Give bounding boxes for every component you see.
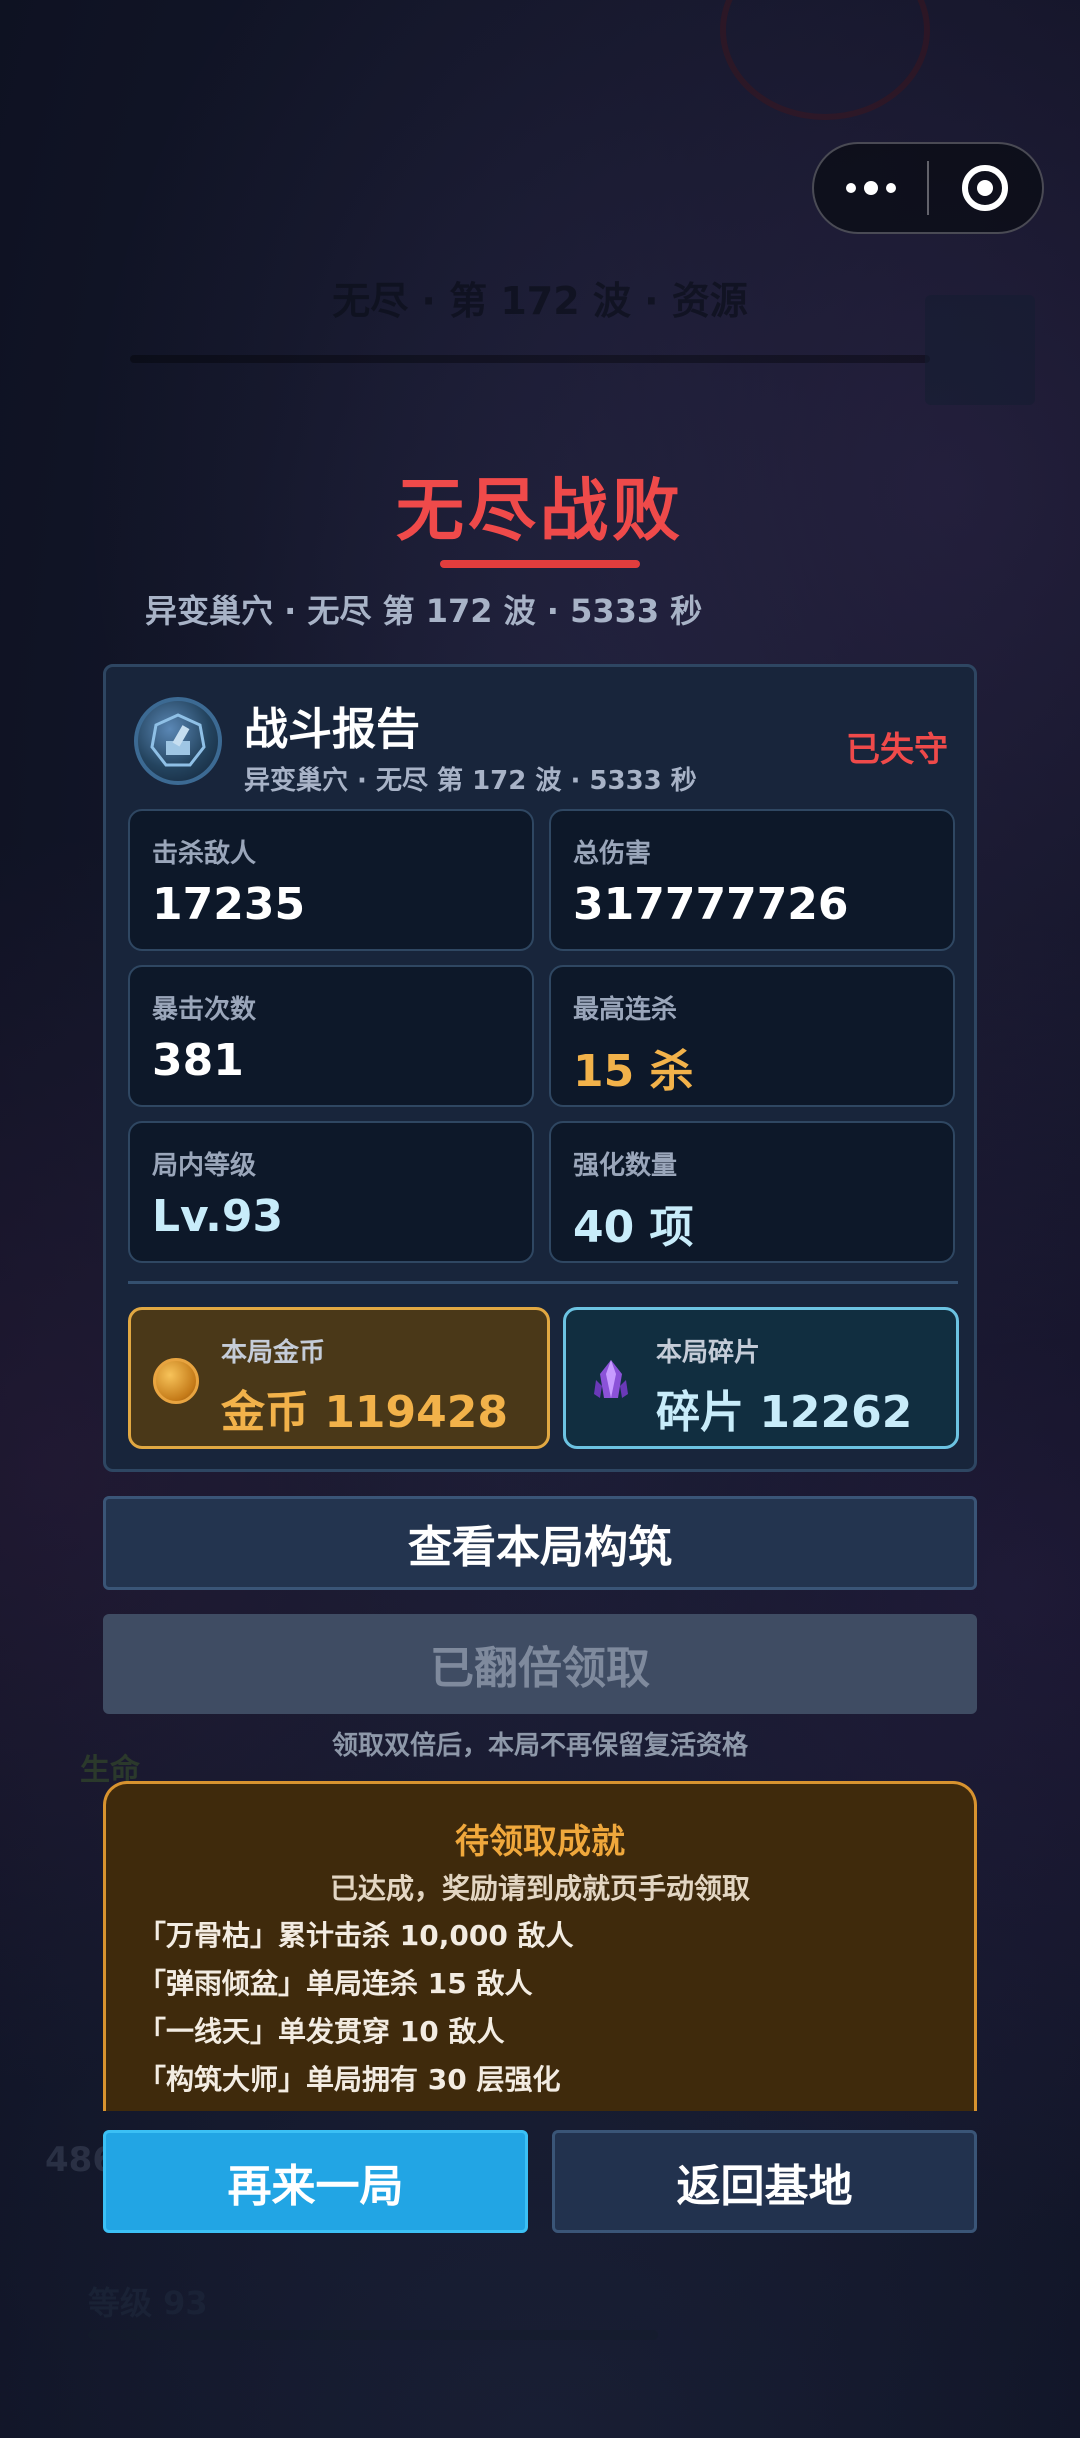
reward-gold: 本局金币 金币 119428 — [128, 1307, 550, 1449]
coin-icon — [153, 1358, 199, 1404]
stat-kills: 击杀敌人 17235 — [128, 809, 534, 951]
achievement-item: 「弹雨倾盆」单局连杀 15 敌人 — [138, 1967, 533, 2000]
panel-divider — [128, 1281, 958, 1284]
stat-label: 强化数量 — [573, 1151, 678, 1181]
stat-total-damage: 总伤害 317777726 — [549, 809, 955, 951]
stat-max-streak: 最高连杀 15 杀 — [549, 965, 955, 1107]
turret-emblem-icon — [134, 697, 222, 785]
stat-label: 局内等级 — [152, 1151, 257, 1181]
result-title: 无尽战败 — [395, 472, 684, 551]
stat-value: 40 项 — [573, 1202, 694, 1253]
stat-label: 击杀敌人 — [152, 839, 257, 869]
hud-title-dimmed: 无尽 · 第 172 波 · 资源 — [332, 279, 748, 323]
achievements-panel: 待领取成就 已达成，奖励请到成就页手动领取 「万骨枯」累计击杀 10,000 敌… — [103, 1781, 977, 2111]
stat-level: 局内等级 Lv.93 — [128, 1121, 534, 1263]
reward-value: 金币 119428 — [221, 1387, 509, 1438]
pause-icon-dimmed — [925, 295, 1035, 405]
achievement-item: 「万骨枯」累计击杀 10,000 敌人 — [138, 1919, 574, 1952]
miniprogram-capsule — [812, 142, 1044, 234]
battle-report-panel: 战斗报告 异变巢穴 · 无尽 第 172 波 · 5333 秒 已失守 击杀敌人… — [103, 664, 977, 1472]
reward-value: 碎片 12262 — [656, 1387, 913, 1438]
stat-value: 15 杀 — [573, 1046, 694, 1097]
double-note: 领取双倍后，本局不再保留复活资格 — [331, 1731, 748, 1761]
stat-label: 暴击次数 — [152, 995, 257, 1025]
return-base-button[interactable]: 返回基地 — [552, 2130, 977, 2233]
achievement-item: 「一线天」单发贯穿 10 敌人 — [138, 2015, 505, 2048]
title-underline — [440, 560, 640, 568]
reward-label: 本局金币 — [221, 1338, 326, 1368]
stat-upgrades: 强化数量 40 项 — [549, 1121, 955, 1263]
double-claimed-button: 已翻倍领取 — [103, 1614, 977, 1714]
reward-label: 本局碎片 — [656, 1338, 761, 1368]
crystal-icon — [588, 1358, 634, 1404]
play-again-button[interactable]: 再来一局 — [103, 2130, 528, 2233]
hud-level-dimmed: 等级 93 — [88, 2284, 208, 2322]
stat-value: 381 — [152, 1035, 244, 1086]
stat-value: Lv.93 — [152, 1191, 284, 1242]
achievements-title: 待领取成就 — [455, 1822, 625, 1862]
view-build-button[interactable]: 查看本局构筑 — [103, 1496, 977, 1590]
report-title: 战斗报告 — [244, 704, 420, 755]
hud-level-bar-dimmed — [88, 2330, 658, 2340]
status-badge: 已失守 — [846, 730, 948, 770]
achievements-subtitle: 已达成，奖励请到成就页手动领取 — [329, 1872, 750, 1905]
report-subtitle: 异变巢穴 · 无尽 第 172 波 · 5333 秒 — [244, 766, 697, 796]
hud-wave-bar-dimmed — [130, 355, 930, 363]
stat-value: 17235 — [152, 879, 306, 930]
close-target-icon[interactable] — [929, 144, 1042, 232]
result-subtitle: 异变巢穴 · 无尽 第 172 波 · 5333 秒 — [145, 592, 703, 630]
more-menu-icon[interactable] — [814, 144, 927, 232]
stat-crits: 暴击次数 381 — [128, 965, 534, 1107]
stat-label: 最高连杀 — [573, 995, 678, 1025]
background-ring — [720, 0, 930, 120]
stat-label: 总伤害 — [573, 839, 652, 869]
achievement-item: 「构筑大师」单局拥有 30 层强化 — [138, 2063, 561, 2096]
stat-value: 317777726 — [573, 879, 849, 930]
reward-shard: 本局碎片 碎片 12262 — [563, 1307, 959, 1449]
